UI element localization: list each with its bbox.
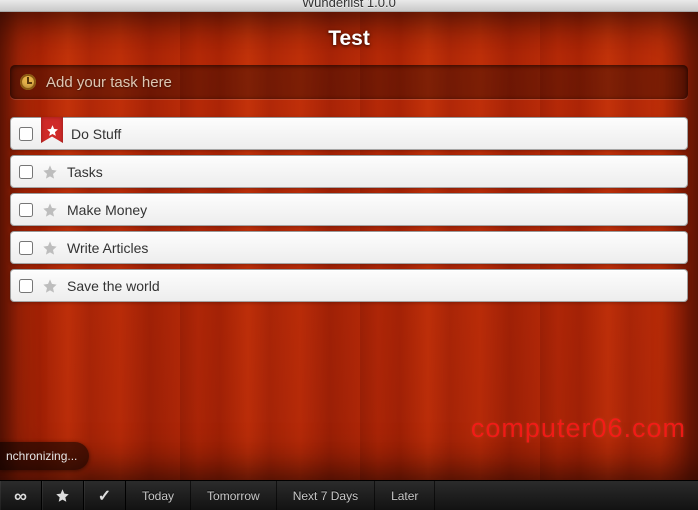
tab-tomorrow[interactable]: Tomorrow [191, 481, 277, 510]
task-checkbox[interactable] [19, 241, 33, 255]
tab-today[interactable]: Today [126, 481, 191, 510]
filter-starred-button[interactable] [42, 481, 84, 510]
task-star-icon[interactable] [41, 201, 59, 219]
filter-tabs: Today Tomorrow Next 7 Days Later [126, 481, 698, 510]
task-title: Make Money [67, 202, 147, 218]
add-task-bar[interactable] [10, 65, 688, 99]
task-row[interactable]: Save the world [10, 269, 688, 302]
task-row[interactable]: Do Stuff [10, 117, 688, 150]
app-title: Wunderlist 1.0.0 [302, 0, 396, 10]
window-titlebar: Wunderlist 1.0.0 [0, 0, 698, 12]
sync-status-text: nchronizing... [6, 449, 77, 463]
task-row[interactable]: Tasks [10, 155, 688, 188]
add-task-input[interactable] [46, 74, 678, 91]
filter-all-button[interactable]: ∞ [0, 481, 42, 510]
sync-status-pill: nchronizing... [0, 442, 89, 470]
task-title: Write Articles [67, 240, 148, 256]
task-row[interactable]: Write Articles [10, 231, 688, 264]
task-checkbox[interactable] [19, 279, 33, 293]
task-star-ribbon[interactable] [41, 117, 63, 143]
watermark: computer06.com [471, 413, 686, 444]
tab-next7days[interactable]: Next 7 Days [277, 481, 375, 510]
star-icon [55, 488, 70, 503]
task-checkbox[interactable] [19, 165, 33, 179]
task-row[interactable]: Make Money [10, 193, 688, 226]
filter-done-button[interactable]: ✓ [84, 481, 126, 510]
task-checkbox[interactable] [19, 203, 33, 217]
main-panel: Test Do Stuff Tasks Make Money Write Articl… [0, 12, 698, 480]
list-title: Test [10, 27, 688, 51]
task-checkbox[interactable] [19, 127, 33, 141]
task-title: Tasks [67, 164, 103, 180]
task-star-icon[interactable] [41, 239, 59, 257]
bottom-toolbar: ∞ ✓ Today Tomorrow Next 7 Days Later [0, 480, 698, 510]
task-title: Save the world [67, 278, 160, 294]
task-list: Do Stuff Tasks Make Money Write Articles Sav… [10, 117, 688, 302]
task-star-icon[interactable] [41, 277, 59, 295]
task-star-icon[interactable] [41, 163, 59, 181]
tab-later[interactable]: Later [375, 481, 435, 510]
task-title: Do Stuff [71, 126, 121, 142]
clock-icon [20, 74, 36, 90]
